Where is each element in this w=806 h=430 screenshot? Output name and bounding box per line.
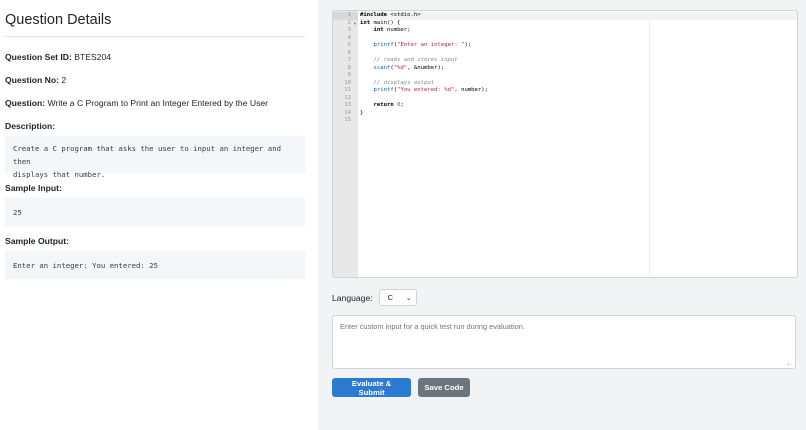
line-number: 7: [333, 57, 358, 65]
language-row: Language: C ⌄: [332, 289, 417, 306]
line-number-text: 2: [347, 19, 351, 26]
language-selected-value: C: [387, 293, 394, 302]
code-line[interactable]: // reads and stores input: [360, 57, 457, 65]
code-line[interactable]: // displays output: [360, 80, 434, 88]
line-number-text: 13: [344, 102, 351, 108]
sample-output-box: Enter an integer: You entered: 25: [5, 251, 305, 279]
question-set-id-label: Question Set ID:: [5, 52, 72, 62]
line-number-text: 14: [344, 109, 351, 116]
line-number: 11: [333, 87, 358, 95]
line-number-text: 3: [347, 27, 351, 33]
save-code-button[interactable]: Save Code: [418, 378, 470, 397]
resize-handle-icon[interactable]: ∟: [787, 361, 793, 367]
line-number: 12: [333, 95, 358, 103]
line-number-text: 5: [347, 42, 351, 48]
print-margin: [649, 11, 650, 277]
custom-input-container: ∟: [332, 315, 796, 369]
question-value: Write a C Program to Print an Integer En…: [47, 98, 269, 108]
code-line[interactable]: printf("You entered: %d", number);: [360, 87, 488, 95]
line-number: 14: [333, 110, 358, 118]
sample-input-value: 25: [13, 208, 22, 217]
line-number-text: 1: [347, 12, 351, 18]
sample-output-value: Enter an integer: You entered: 25: [13, 261, 158, 270]
line-number-text: 15: [344, 117, 351, 123]
sample-output-label: Sample Output:: [5, 236, 69, 246]
code-line[interactable]: }: [360, 110, 363, 118]
fold-toggle-icon[interactable]: ▾: [354, 20, 356, 28]
description-line: displays that number.: [13, 170, 106, 179]
evaluate-submit-button[interactable]: Evaluate & Submit: [332, 378, 411, 397]
line-number: 1: [333, 12, 358, 20]
line-number-text: 4: [347, 34, 351, 41]
sample-input-box: 25: [5, 198, 305, 226]
question-details-panel: Question Details Question Set ID: BTES20…: [0, 0, 318, 430]
question-no-label: Question No:: [5, 75, 59, 85]
editor-gutter: 1 2 ▾ 3 4 5 6 7 8 9 10 11 12 13 14 15: [333, 11, 358, 277]
custom-input-textarea[interactable]: [333, 316, 795, 368]
language-select[interactable]: C ⌄: [378, 289, 417, 306]
line-number: 2 ▾: [333, 20, 358, 28]
language-label: Language:: [332, 292, 373, 303]
code-line[interactable]: int main() {: [360, 20, 400, 28]
line-number-text: 12: [344, 94, 351, 101]
page-title: Question Details: [5, 10, 305, 37]
line-number-text: 10: [344, 79, 351, 86]
question-no-row: Question No: 2: [5, 75, 305, 85]
code-line[interactable]: return 0;: [360, 102, 403, 110]
line-number-text: 11: [344, 87, 351, 93]
code-panel: 1 2 ▾ 3 4 5 6 7 8 9 10 11 12 13 14 15 #include <stdio.h…: [318, 0, 806, 430]
description-box: Create a C program that asks the user to…: [5, 136, 305, 179]
line-number-text: 6: [347, 49, 351, 56]
line-number: 9: [333, 72, 358, 80]
line-number: 15: [333, 117, 358, 125]
line-number-text: 8: [347, 64, 351, 71]
line-number: 8: [333, 65, 358, 73]
code-line[interactable]: #include <stdio.h>: [360, 12, 797, 20]
line-number-text: 7: [347, 57, 351, 63]
line-number-text: 9: [347, 72, 351, 78]
code-line[interactable]: printf("Enter an integer: ");: [360, 42, 471, 50]
line-number: 3: [333, 27, 358, 35]
line-number: 13: [333, 102, 358, 110]
line-number: 4: [333, 35, 358, 43]
question-label: Question:: [5, 98, 46, 108]
question-row: Question: Write a C Program to Print an …: [5, 98, 305, 108]
question-set-id-row: Question Set ID: BTES204: [5, 52, 305, 62]
description-line: Create a C program that asks the user to…: [13, 144, 281, 166]
code-line[interactable]: int number;: [360, 27, 410, 35]
code-editor[interactable]: 1 2 ▾ 3 4 5 6 7 8 9 10 11 12 13 14 15 #include <stdio.h…: [332, 10, 798, 278]
question-set-id-value: BTES204: [74, 52, 112, 62]
question-no-value: 2: [61, 75, 67, 85]
line-number: 6: [333, 50, 358, 58]
code-line[interactable]: scanf("%d", &number);: [360, 65, 444, 73]
line-number: 10: [333, 80, 358, 88]
sample-input-label: Sample Input:: [5, 183, 62, 193]
line-number: 5: [333, 42, 358, 50]
description-label: Description:: [5, 121, 56, 131]
chevron-down-icon: ⌄: [405, 294, 412, 302]
